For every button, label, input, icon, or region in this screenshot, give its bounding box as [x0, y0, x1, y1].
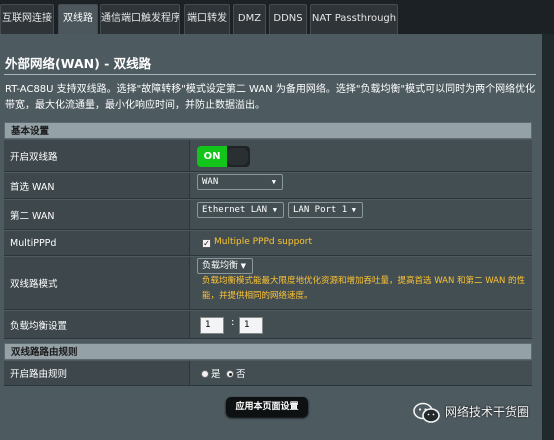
page-title: 外部网络(WAN) - 双线路	[5, 56, 152, 71]
secondary-wan-select[interactable]: Ethernet LAN ▼	[197, 202, 284, 218]
tab-ddns[interactable]: DDNS	[269, 4, 307, 34]
page-description: RT-AC88U 支持双线路。选择"故障转移"模式设定第二 WAN 为备用网络。…	[5, 84, 536, 111]
load-balance-secondary-input[interactable]: 1	[239, 317, 263, 334]
title-divider	[4, 74, 536, 75]
load-balance-label: 负载均衡设置	[4, 311, 190, 338]
dual-wan-label: 开启双线路	[4, 140, 190, 171]
dual-wan-row: 开启双线路 ON	[4, 140, 532, 172]
dual-wan-toggle[interactable]: ON	[197, 146, 250, 167]
multippp-checkbox-label: Multiple PPPd support	[214, 237, 313, 247]
tab-dual-wan[interactable]: 双线路	[58, 4, 98, 34]
primary-wan-value: WAN	[202, 177, 219, 187]
apply-settings-button[interactable]: 应用本页面设置	[226, 397, 308, 417]
secondary-wan-row: 第二 WAN Ethernet LAN ▼ LAN Port 1 ▼	[4, 200, 532, 230]
tab-port-forwarding[interactable]: 端口转发	[184, 4, 230, 34]
ratio-separator: :	[231, 317, 235, 328]
lan-port-select[interactable]: LAN Port 1 ▼	[288, 202, 363, 218]
load-balance-primary-input[interactable]: 1	[200, 317, 224, 334]
basic-settings-header: 基本设置	[4, 122, 532, 139]
toggle-on-text: ON	[197, 146, 227, 167]
chevron-down-icon: ▼	[351, 206, 356, 214]
wechat-icon	[413, 402, 440, 423]
load-balance-row: 负载均衡设置 1 : 1	[4, 311, 532, 339]
chevron-down-icon: ▼	[240, 262, 246, 270]
watermark-text: 网络技术干货圈	[445, 405, 530, 419]
routing-yes-radio[interactable]	[201, 370, 209, 378]
dual-wan-mode-select[interactable]: 负载均衡 ▼	[197, 258, 253, 274]
tab-internet-connection[interactable]: 互联网连接	[0, 4, 54, 34]
chevron-down-icon: ▼	[272, 206, 277, 214]
tab-nat-passthrough[interactable]: NAT Passthrough	[310, 4, 398, 34]
lan-port-value: LAN Port 1	[293, 205, 348, 215]
routing-no-radio[interactable]	[226, 370, 234, 378]
routing-rules-header: 双线路路由规则	[4, 343, 532, 360]
routing-yes-label: 是	[211, 369, 221, 380]
routing-no-label: 否	[236, 369, 246, 380]
load-balance-hint: 负载均衡模式能最大限度地优化资源和增加吞吐量，提高首选 WAN 和第二 WAN …	[202, 276, 526, 301]
routing-enable-label: 开启路由规则	[4, 361, 190, 385]
dual-wan-mode-row: 双线路模式 负载均衡 ▼ 负载均衡模式能最大限度地优化资源和增加吞吐量，提高首选…	[4, 257, 532, 310]
primary-wan-label: 首选 WAN	[4, 173, 190, 198]
dual-wan-mode-label: 双线路模式	[4, 257, 190, 309]
multippp-row: MultiPPPd ✓ Multiple PPPd support	[4, 231, 532, 256]
tab-port-trigger[interactable]: 通信端口触发程序	[100, 4, 180, 34]
content-panel: 外部网络(WAN) - 双线路 RT-AC88U 支持双线路。选择"故障转移"模…	[0, 34, 542, 440]
primary-wan-select[interactable]: WAN ▼	[197, 174, 283, 190]
chevron-down-icon: ▼	[271, 178, 276, 186]
secondary-wan-label: 第二 WAN	[4, 200, 190, 229]
tab-dmz[interactable]: DMZ	[233, 4, 266, 34]
multippp-checkbox[interactable]: ✓	[202, 239, 211, 248]
secondary-wan-value: Ethernet LAN	[202, 205, 268, 215]
dual-wan-mode-value: 负载均衡	[202, 261, 239, 271]
toggle-knob	[227, 148, 248, 165]
multippp-label: MultiPPPd	[4, 231, 190, 255]
tab-bar: 互联网连接 双线路 通信端口触发程序 端口转发 DMZ DDNS NAT Pas…	[0, 0, 554, 34]
routing-enable-row: 开启路由规则 是 否	[4, 361, 532, 386]
primary-wan-row: 首选 WAN WAN ▼	[4, 173, 532, 199]
